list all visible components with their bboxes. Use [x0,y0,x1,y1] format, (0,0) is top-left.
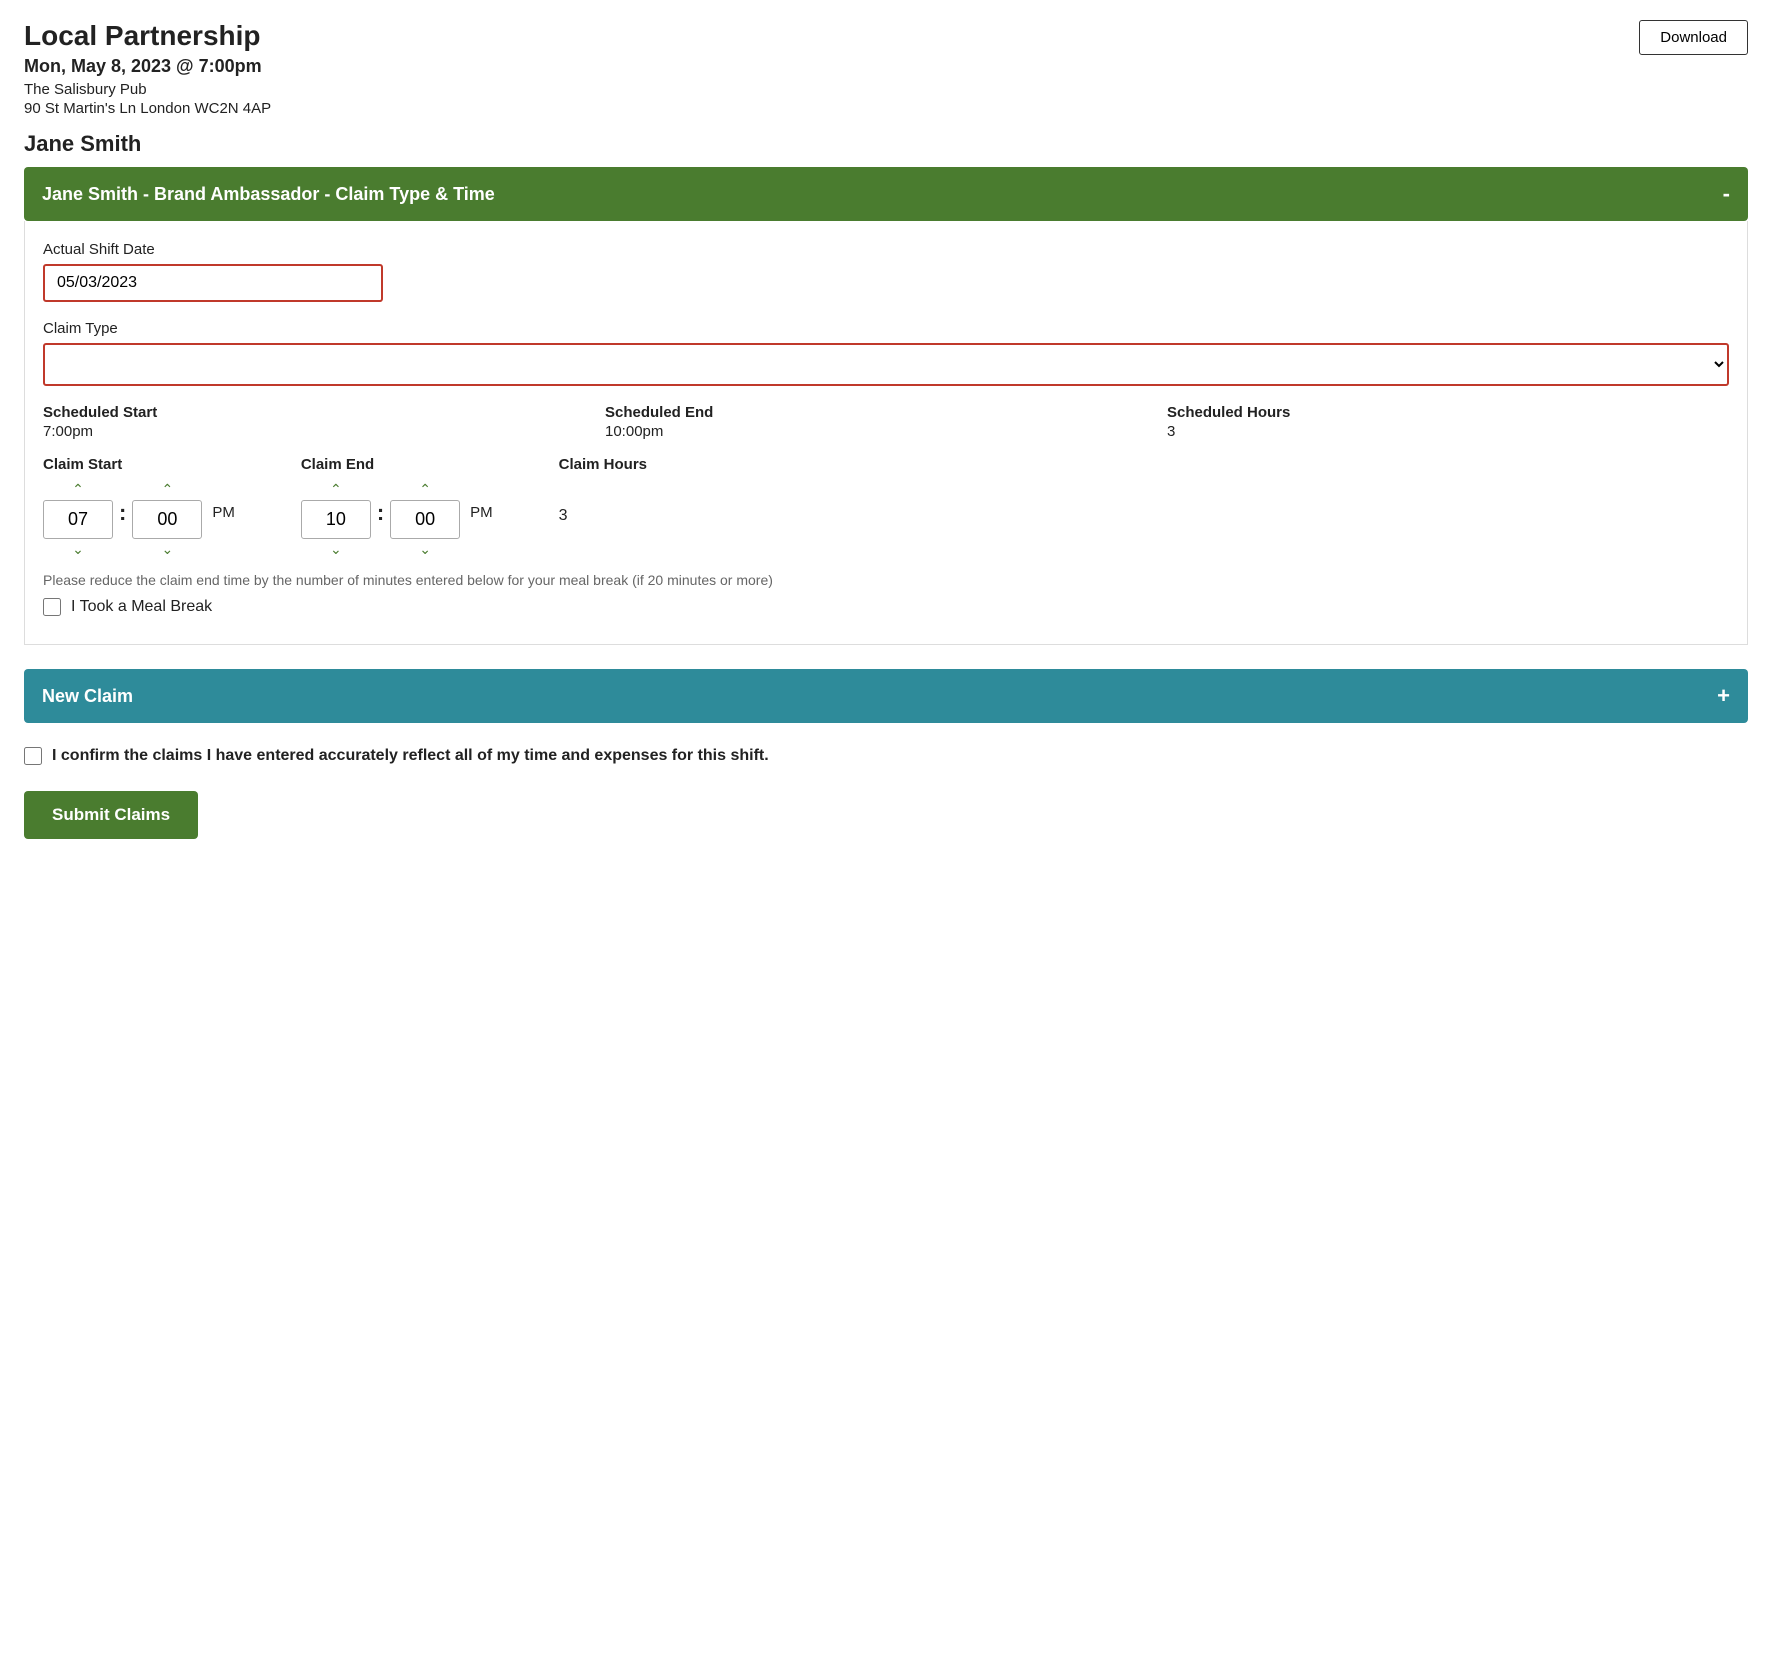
meal-break-checkbox-row: I Took a Meal Break [43,598,1729,616]
claim-hours-col: Claim Hours 3 [559,456,647,525]
new-claim-header[interactable]: New Claim + [24,669,1748,723]
meal-break-note: Please reduce the claim end time by the … [43,572,1729,588]
person-name: Jane Smith [24,131,1748,157]
scheduled-start-label: Scheduled Start [43,404,605,421]
title-block: Local Partnership Mon, May 8, 2023 @ 7:0… [24,20,271,117]
meal-break-checkbox[interactable] [43,598,61,616]
meal-break-label[interactable]: I Took a Meal Break [71,598,212,616]
claim-end-min-up[interactable]: ⌃ [411,479,439,500]
scheduled-end-label: Scheduled End [605,404,1167,421]
claim-end-hour-down[interactable]: ⌄ [322,539,350,560]
venue-address: 90 St Martin's Ln London WC2N 4AP [24,100,271,117]
claim-hours-value: 3 [559,479,647,525]
new-claim-toggle[interactable]: + [1717,683,1730,709]
claim-end-hour-up[interactable]: ⌃ [322,479,350,500]
actual-shift-date-group: Actual Shift Date [43,241,1729,302]
claim-type-group: Claim Type [43,320,1729,386]
scheduled-hours-item: Scheduled Hours 3 [1167,404,1729,440]
claim-section-header[interactable]: Jane Smith - Brand Ambassador - Claim Ty… [24,167,1748,221]
confirm-checkbox-row: I confirm the claims I have entered accu… [24,747,1748,765]
page-header: Local Partnership Mon, May 8, 2023 @ 7:0… [24,20,1748,117]
actual-shift-date-input[interactable] [43,264,383,302]
claim-end-ampm: PM [464,504,499,521]
claim-start-min-wrap: ⌃ ⌄ [132,479,202,560]
claim-type-select[interactable] [43,343,1729,386]
claim-end-min-down[interactable]: ⌄ [411,539,439,560]
claim-start-label: Claim Start [43,456,241,473]
claim-end-controls: ⌃ ⌄ : ⌃ ⌄ PM [301,479,499,560]
claim-start-min-input[interactable] [132,500,202,539]
scheduled-hours-label: Scheduled Hours [1167,404,1729,421]
scheduled-start-item: Scheduled Start 7:00pm [43,404,605,440]
claim-end-colon: : [375,500,386,526]
claim-type-label: Claim Type [43,320,1729,337]
claim-hours-label: Claim Hours [559,456,647,473]
scheduled-row: Scheduled Start 7:00pm Scheduled End 10:… [43,404,1729,440]
claim-start-hour-up[interactable]: ⌃ [64,479,92,500]
claim-end-label: Claim End [301,456,499,473]
scheduled-start-value: 7:00pm [43,423,605,440]
new-claim-title: New Claim [42,686,133,707]
claim-start-hour-input[interactable] [43,500,113,539]
claim-start-controls: ⌃ ⌄ : ⌃ ⌄ PM [43,479,241,560]
scheduled-end-item: Scheduled End 10:00pm [605,404,1167,440]
claim-end-picker: Claim End ⌃ ⌄ : ⌃ ⌄ PM [301,456,499,560]
claim-form-body: Actual Shift Date Claim Type Scheduled S… [24,221,1748,645]
download-button[interactable]: Download [1639,20,1748,55]
claim-section: Jane Smith - Brand Ambassador - Claim Ty… [24,167,1748,645]
venue-name: The Salisbury Pub [24,81,271,98]
claim-start-hour-wrap: ⌃ ⌄ [43,479,113,560]
claim-section-title: Jane Smith - Brand Ambassador - Claim Ty… [42,184,495,205]
actual-shift-date-label: Actual Shift Date [43,241,1729,258]
confirm-checkbox[interactable] [24,747,42,765]
scheduled-end-value: 10:00pm [605,423,1167,440]
claim-start-picker: Claim Start ⌃ ⌄ : ⌃ ⌄ PM [43,456,241,560]
claim-end-hour-wrap: ⌃ ⌄ [301,479,371,560]
claim-start-ampm: PM [206,504,241,521]
new-claim-section: New Claim + [24,669,1748,723]
scheduled-hours-value: 3 [1167,423,1729,440]
claim-section-toggle[interactable]: - [1723,181,1730,207]
claim-end-hour-input[interactable] [301,500,371,539]
claim-start-min-down[interactable]: ⌄ [153,539,181,560]
claim-start-hour-down[interactable]: ⌄ [64,539,92,560]
confirm-label[interactable]: I confirm the claims I have entered accu… [52,747,769,765]
claim-end-min-wrap: ⌃ ⌄ [390,479,460,560]
claim-end-min-input[interactable] [390,500,460,539]
claim-start-min-up[interactable]: ⌃ [153,479,181,500]
claim-start-colon: : [117,500,128,526]
event-date: Mon, May 8, 2023 @ 7:00pm [24,56,271,77]
confirm-section: I confirm the claims I have entered accu… [24,747,1748,765]
claim-time-grid: Claim Start ⌃ ⌄ : ⌃ ⌄ PM [43,456,1729,560]
submit-button[interactable]: Submit Claims [24,791,198,839]
page-title: Local Partnership [24,20,271,52]
